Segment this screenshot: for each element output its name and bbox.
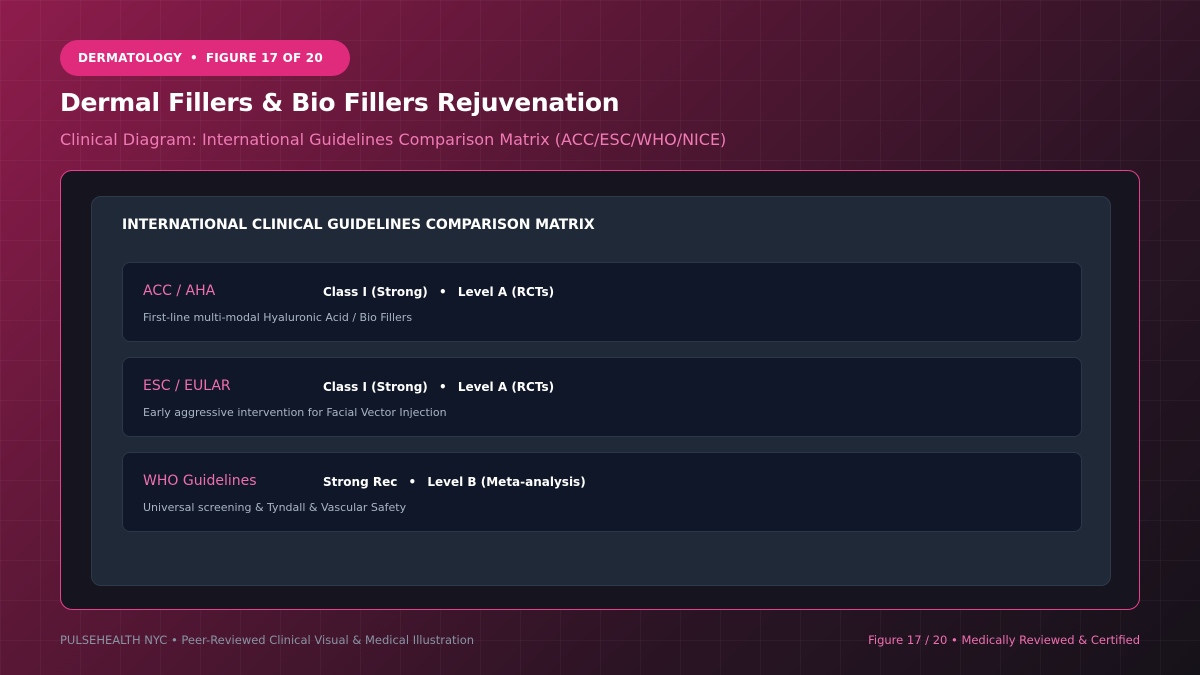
guideline-row-who: WHO Guidelines Strong Rec • Level B (Met… — [122, 452, 1082, 532]
guideline-row-esc-eular: ESC / EULAR Class I (Strong) • Level A (… — [122, 357, 1082, 437]
guideline-org: ACC / AHA — [143, 283, 216, 299]
recommendation-class: Class I (Strong) — [323, 380, 428, 394]
guideline-description: Early aggressive intervention for Facial… — [143, 406, 447, 419]
rating-separator: • — [408, 475, 417, 489]
rating-separator: • — [438, 380, 447, 394]
evidence-level: Level A (RCTs) — [457, 285, 555, 299]
page-subtitle: Clinical Diagram: International Guidelin… — [60, 130, 727, 149]
guidelines-matrix-panel: INTERNATIONAL CLINICAL GUIDELINES COMPAR… — [91, 196, 1111, 586]
guideline-description: Universal screening & Tyndall & Vascular… — [143, 501, 407, 514]
guideline-org: WHO Guidelines — [143, 473, 257, 489]
badge-figure: FIGURE 17 OF 20 — [205, 51, 323, 65]
evidence-level: Level A (RCTs) — [457, 380, 555, 394]
matrix-heading: INTERNATIONAL CLINICAL GUIDELINES COMPAR… — [122, 217, 595, 233]
badge-category: DERMATOLOGY — [78, 51, 182, 65]
recommendation-class: Strong Rec — [323, 475, 398, 489]
evidence-level: Level B (Meta-analysis) — [427, 475, 586, 489]
footer-credit: PULSEHEALTH NYC • Peer-Reviewed Clinical… — [60, 633, 475, 647]
recommendation-class: Class I (Strong) — [323, 285, 428, 299]
guideline-rating: Class I (Strong) • Level A (RCTs) — [323, 380, 554, 394]
guideline-rating: Strong Rec • Level B (Meta-analysis) — [323, 475, 586, 489]
category-badge: DERMATOLOGY • FIGURE 17 OF 20 — [60, 40, 350, 76]
diagram-frame: INTERNATIONAL CLINICAL GUIDELINES COMPAR… — [60, 170, 1140, 610]
badge-separator: • — [189, 51, 198, 65]
guideline-description: First-line multi-modal Hyaluronic Acid /… — [143, 311, 413, 324]
guideline-rating: Class I (Strong) • Level A (RCTs) — [323, 285, 554, 299]
footer-figure-info: Figure 17 / 20 • Medically Reviewed & Ce… — [868, 633, 1140, 647]
guideline-row-acc-aha: ACC / AHA Class I (Strong) • Level A (RC… — [122, 262, 1082, 342]
guideline-org: ESC / EULAR — [143, 378, 231, 394]
page-title: Dermal Fillers & Bio Fillers Rejuvenatio… — [60, 88, 620, 117]
rating-separator: • — [438, 285, 447, 299]
